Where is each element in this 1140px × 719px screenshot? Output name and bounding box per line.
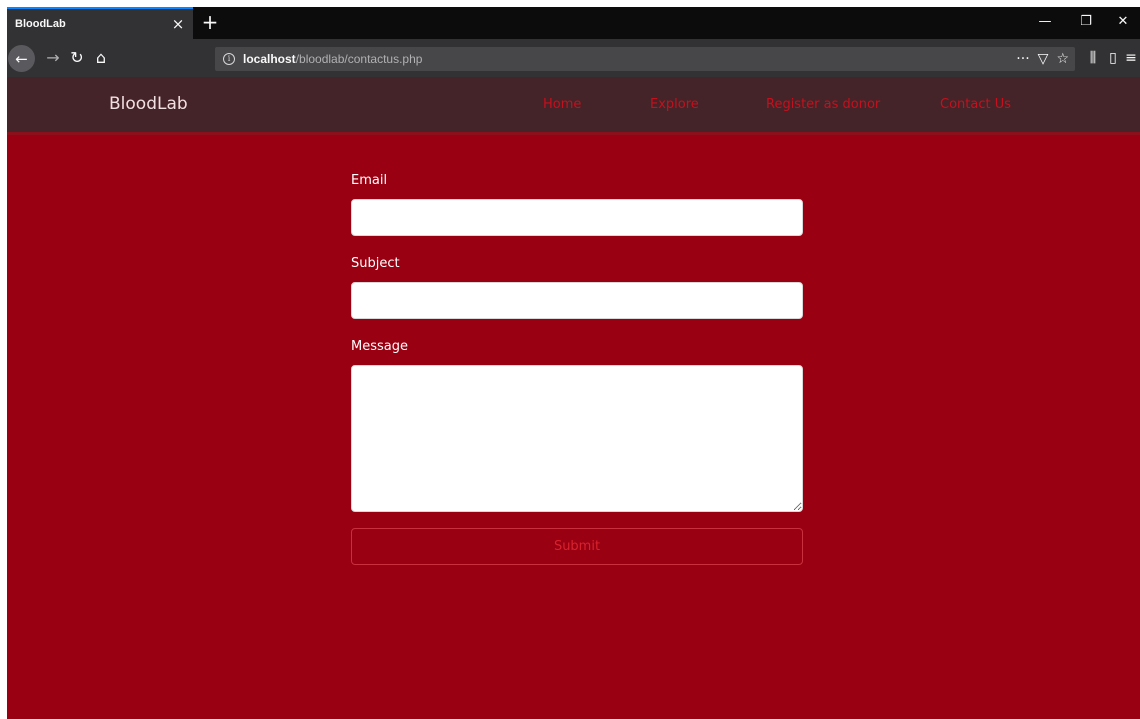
nav-toolbar: ← → ↻ ⌂ i localhost/bloodlab/contactus.p… <box>7 39 1140 77</box>
message-group: Message <box>351 339 803 512</box>
tab-strip: BloodLab × + — ❐ ✕ <box>7 7 1140 39</box>
browser-window: BloodLab × + — ❐ ✕ ← → ↻ ⌂ i localhost/b… <box>7 7 1140 719</box>
subject-label: Subject <box>351 256 400 271</box>
tab-title: BloodLab <box>15 18 66 30</box>
url-host: localhost <box>243 52 296 66</box>
nav-link-home[interactable]: Home <box>543 97 581 112</box>
restore-icon[interactable]: ❐ <box>1076 13 1096 31</box>
url-actions: ··· ▽ ☆ <box>1016 49 1069 69</box>
menu-icon[interactable]: ≡ <box>1124 47 1138 69</box>
site-brand[interactable]: BloodLab <box>109 94 188 114</box>
library-icon[interactable]: ⫼ <box>1085 47 1101 69</box>
email-label: Email <box>351 173 388 188</box>
new-tab-icon[interactable]: + <box>200 11 220 33</box>
submit-button[interactable]: Submit <box>351 528 803 565</box>
message-label: Message <box>351 339 408 354</box>
back-icon[interactable]: ← <box>8 45 35 72</box>
site-navbar: BloodLab Home Explore Register as donor … <box>7 77 1140 135</box>
subject-input[interactable] <box>351 282 803 319</box>
bookmark-star-icon[interactable]: ☆ <box>1056 49 1069 69</box>
browser-tab[interactable]: BloodLab × <box>7 7 193 39</box>
reload-icon[interactable]: ↻ <box>67 48 87 68</box>
nav-link-contact[interactable]: Contact Us <box>940 97 1011 112</box>
subject-group: Subject <box>351 256 803 319</box>
nav-link-register[interactable]: Register as donor <box>766 97 880 112</box>
contact-form: Email Subject Message Submit <box>351 173 803 565</box>
more-actions-icon[interactable]: ··· <box>1016 49 1029 69</box>
message-textarea[interactable] <box>351 365 803 512</box>
info-icon[interactable]: i <box>223 53 235 65</box>
url-bar[interactable]: i localhost/bloodlab/contactus.php ··· ▽… <box>215 47 1075 71</box>
window-close-icon[interactable]: ✕ <box>1113 13 1133 31</box>
pocket-icon[interactable]: ▽ <box>1038 49 1049 69</box>
url-path: /bloodlab/contactus.php <box>295 52 423 66</box>
forward-icon[interactable]: → <box>43 48 63 68</box>
minimize-icon[interactable]: — <box>1035 13 1055 31</box>
sidebar-icon[interactable]: ▯ <box>1105 47 1121 69</box>
tab-close-icon[interactable]: × <box>171 16 185 32</box>
page-content: BloodLab Home Explore Register as donor … <box>7 77 1140 719</box>
home-icon[interactable]: ⌂ <box>91 48 111 68</box>
nav-link-explore[interactable]: Explore <box>650 97 699 112</box>
email-input[interactable] <box>351 199 803 236</box>
email-group: Email <box>351 173 803 236</box>
